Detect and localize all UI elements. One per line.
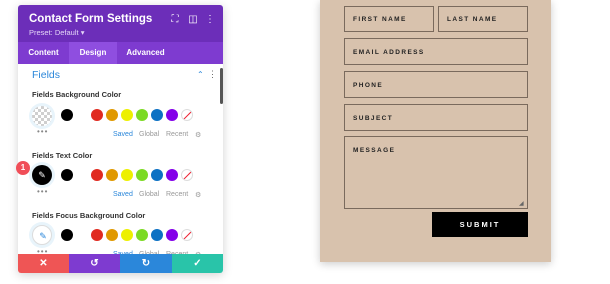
panel-tabs: Content Design Advanced xyxy=(18,42,223,64)
message-field[interactable]: MESSAGE xyxy=(344,136,528,209)
tab-content[interactable]: Content xyxy=(18,42,69,64)
color-picker-checker[interactable] xyxy=(32,106,52,126)
recent-tab[interactable]: Recent xyxy=(166,191,188,198)
no-color-icon[interactable] xyxy=(181,229,193,241)
panel-header: Contact Form Settings Preset: Default ▾ … xyxy=(18,5,223,42)
swatch-black[interactable] xyxy=(61,169,73,181)
scrollbar[interactable] xyxy=(220,68,223,104)
panel-footer: ✕ ↺ ↻ ✓ xyxy=(18,254,223,273)
save-button[interactable]: ✓ xyxy=(172,254,223,273)
chevron-up-icon[interactable]: ⌃ xyxy=(197,70,204,79)
swatch-blue[interactable] xyxy=(151,229,163,241)
section-more-icon[interactable]: ⋮ xyxy=(208,69,217,80)
no-color-icon[interactable] xyxy=(181,109,193,121)
cancel-button[interactable]: ✕ xyxy=(18,254,69,273)
swatch-orange[interactable] xyxy=(106,169,118,181)
swatch-white[interactable] xyxy=(76,229,88,241)
swatch-green[interactable] xyxy=(136,229,148,241)
last-name-field[interactable]: LAST NAME xyxy=(438,6,528,32)
swatch-green[interactable] xyxy=(136,109,148,121)
resize-handle-icon[interactable]: ◢ xyxy=(519,200,524,207)
swatch-yellow[interactable] xyxy=(121,229,133,241)
swatch-orange[interactable] xyxy=(106,109,118,121)
swatch-yellow[interactable] xyxy=(121,169,133,181)
subject-placeholder: SUBJECT xyxy=(353,115,394,122)
swatch-black[interactable] xyxy=(61,229,73,241)
swatch-black[interactable] xyxy=(61,109,73,121)
swatch-orange[interactable] xyxy=(106,229,118,241)
gear-icon[interactable]: ⚙ xyxy=(195,191,201,199)
first-name-field[interactable]: FIRST NAME xyxy=(344,6,434,32)
undo-button[interactable]: ↺ xyxy=(69,254,120,273)
more-dots-icon[interactable]: ••• xyxy=(37,127,48,136)
swatch-green[interactable] xyxy=(136,169,148,181)
fields-focus-background-color-label: Fields Focus Background Color xyxy=(32,211,146,220)
swatch-red[interactable] xyxy=(91,229,103,241)
swatch-purple[interactable] xyxy=(166,169,178,181)
last-name-placeholder: LAST NAME xyxy=(447,16,498,23)
panel-title: Contact Form Settings xyxy=(29,13,153,25)
more-options-icon[interactable]: ⋮ xyxy=(204,14,216,26)
fields-text-color-label: Fields Text Color xyxy=(32,151,93,160)
gear-icon[interactable]: ⚙ xyxy=(195,131,201,139)
submit-button[interactable]: SUBMIT xyxy=(432,212,528,237)
email-placeholder: EMAIL ADDRESS xyxy=(353,49,425,56)
swatch-purple[interactable] xyxy=(166,109,178,121)
swatch-red[interactable] xyxy=(91,169,103,181)
color-picker-black[interactable]: ✎ xyxy=(32,165,52,185)
settings-panel: Contact Form Settings Preset: Default ▾ … xyxy=(18,5,223,273)
color-picker-white[interactable]: ✎ xyxy=(32,225,52,245)
panel-content: Fields ⌃ ⋮ Fields Background Color ••• S… xyxy=(18,64,223,259)
phone-placeholder: PHONE xyxy=(353,82,384,89)
phone-field[interactable]: PHONE xyxy=(344,71,528,98)
swatch-white[interactable] xyxy=(76,109,88,121)
preset-dropdown[interactable]: Preset: Default ▾ xyxy=(29,28,84,37)
saved-tab[interactable]: Saved xyxy=(113,191,133,198)
eyedropper-icon: ✎ xyxy=(38,170,46,180)
fields-background-color-label: Fields Background Color xyxy=(32,90,122,99)
swatch-white[interactable] xyxy=(76,169,88,181)
saved-tab[interactable]: Saved xyxy=(113,131,133,138)
redo-button[interactable]: ↻ xyxy=(120,254,172,273)
message-placeholder: MESSAGE xyxy=(353,147,396,154)
first-name-placeholder: FIRST NAME xyxy=(353,16,407,23)
expand-icon[interactable]: ⛶ xyxy=(169,14,181,26)
global-tab[interactable]: Global xyxy=(139,191,159,198)
eyedropper-icon: ✎ xyxy=(39,231,47,241)
no-color-icon[interactable] xyxy=(181,169,193,181)
email-field[interactable]: EMAIL ADDRESS xyxy=(344,38,528,65)
swatch-blue[interactable] xyxy=(151,109,163,121)
sidebar-toggle-icon[interactable]: ◫ xyxy=(187,14,199,26)
tab-design[interactable]: Design xyxy=(69,42,117,64)
swatch-purple[interactable] xyxy=(166,229,178,241)
recent-tab[interactable]: Recent xyxy=(166,131,188,138)
section-title-fields[interactable]: Fields xyxy=(32,69,60,81)
more-dots-icon[interactable]: ••• xyxy=(37,187,48,196)
screen: Contact Form Settings Preset: Default ▾ … xyxy=(0,0,610,284)
swatch-blue[interactable] xyxy=(151,169,163,181)
step-badge: 1 xyxy=(16,161,30,175)
swatch-red[interactable] xyxy=(91,109,103,121)
global-tab[interactable]: Global xyxy=(139,131,159,138)
subject-field[interactable]: SUBJECT xyxy=(344,104,528,131)
swatch-yellow[interactable] xyxy=(121,109,133,121)
tab-advanced[interactable]: Advanced xyxy=(117,42,174,64)
